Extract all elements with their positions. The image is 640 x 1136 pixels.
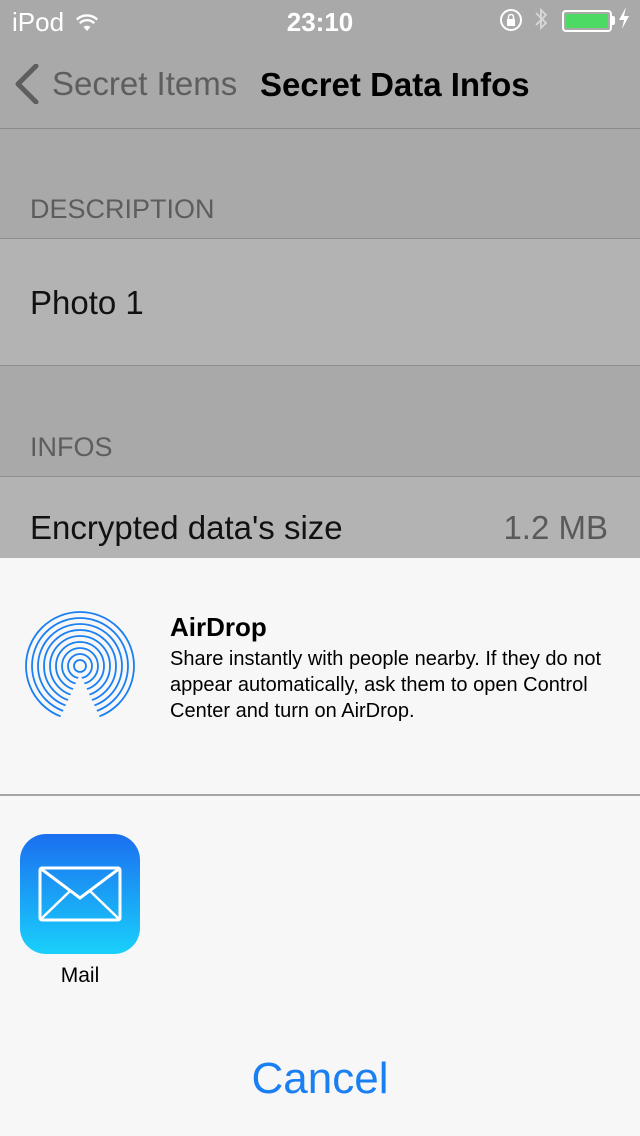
airdrop-row[interactable]: AirDrop Share instantly with people near… [0, 558, 640, 796]
size-value: 1.2 MB [503, 509, 608, 546]
share-app-label: Mail [60, 964, 100, 987]
description-value: Photo 1 [30, 284, 144, 321]
description-section-header: DESCRIPTION [30, 194, 215, 224]
share-sheet: AirDrop Share instantly with people near… [0, 558, 640, 1136]
bluetooth-icon [534, 6, 548, 39]
airdrop-description: Share instantly with people nearby. If t… [170, 648, 602, 722]
back-button-label: Secret Items [52, 65, 238, 102]
mail-icon [20, 834, 140, 954]
back-button[interactable]: Secret Items [14, 64, 237, 104]
airdrop-title: AirDrop [170, 612, 267, 642]
cancel-button[interactable]: Cancel [0, 1054, 640, 1104]
battery-tip [612, 16, 615, 25]
navigation-bar: Secret Items Secret Data Infos [0, 40, 640, 129]
infos-section-header: INFOS [30, 432, 113, 462]
rotation-lock-icon [498, 7, 524, 40]
chevron-left-icon [15, 64, 39, 104]
airdrop-icon [25, 611, 135, 721]
size-label: Encrypted data's size [30, 509, 343, 546]
page-title: Secret Data Infos [260, 66, 530, 103]
share-app-mail[interactable]: Mail [20, 834, 140, 988]
description-cell[interactable]: Photo 1 [0, 238, 640, 366]
status-bar: iPod 23:10 [0, 0, 640, 40]
battery-icon [562, 10, 612, 32]
charging-bolt-icon [618, 6, 630, 36]
